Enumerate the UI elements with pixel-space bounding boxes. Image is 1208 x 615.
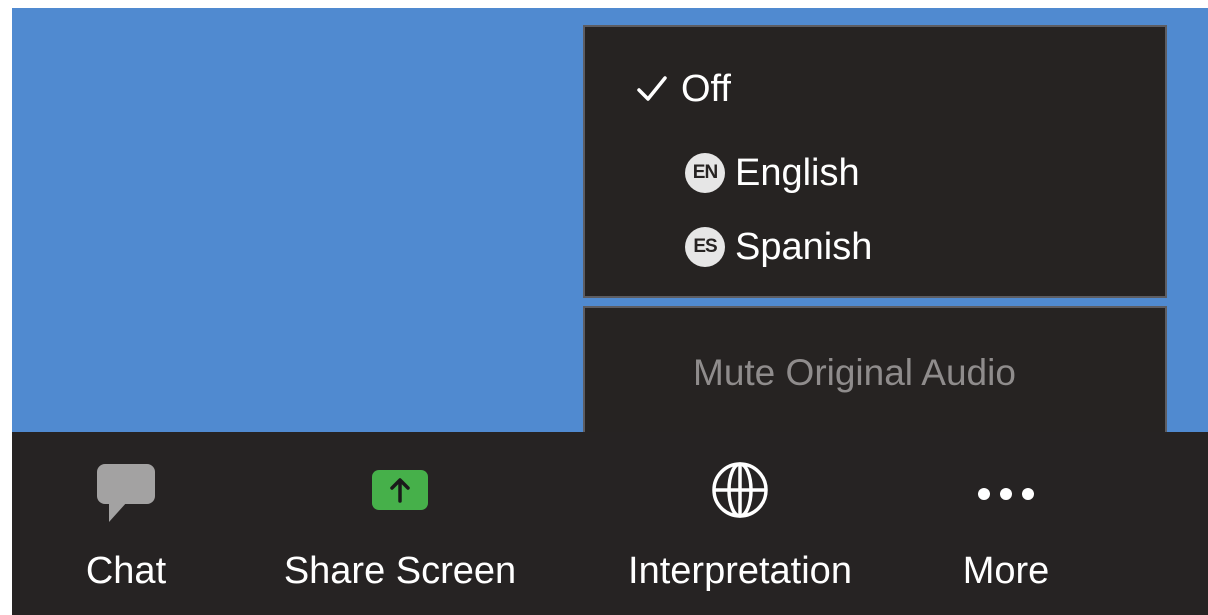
- interpretation-language-menu: Off EN English ES Spanish: [583, 25, 1167, 298]
- chat-label: Chat: [85, 550, 167, 592]
- meeting-toolbar: Chat Share Screen Interpretation More: [12, 432, 1208, 615]
- chat-button[interactable]: Chat: [64, 432, 188, 615]
- spanish-badge-icon: ES: [685, 227, 725, 267]
- menu-item-english-label: English: [735, 151, 860, 194]
- mute-original-audio-option[interactable]: Mute Original Audio: [583, 306, 1167, 440]
- more-label: More: [962, 550, 1050, 592]
- menu-item-english[interactable]: EN English: [685, 149, 860, 197]
- interpretation-label: Interpretation: [628, 550, 852, 592]
- interpretation-button[interactable]: Interpretation: [592, 432, 888, 615]
- menu-item-spanish-label: Spanish: [735, 225, 873, 268]
- menu-item-off-label: Off: [681, 67, 731, 110]
- mute-original-audio-label: Mute Original Audio: [693, 352, 1016, 393]
- chat-bubble-icon: [93, 462, 159, 531]
- meeting-window: Off EN English ES Spanish Mute Original …: [12, 8, 1208, 615]
- more-button[interactable]: More: [932, 432, 1080, 615]
- check-icon: [637, 76, 667, 101]
- english-badge-icon: EN: [685, 153, 725, 193]
- globe-icon: [710, 460, 770, 525]
- share-screen-button[interactable]: Share Screen: [250, 432, 550, 615]
- more-dots-icon: [978, 470, 1034, 500]
- share-arrow-icon: [372, 470, 428, 510]
- menu-item-spanish[interactable]: ES Spanish: [685, 223, 872, 271]
- menu-item-off[interactable]: Off: [635, 65, 731, 113]
- share-screen-label: Share Screen: [283, 550, 517, 592]
